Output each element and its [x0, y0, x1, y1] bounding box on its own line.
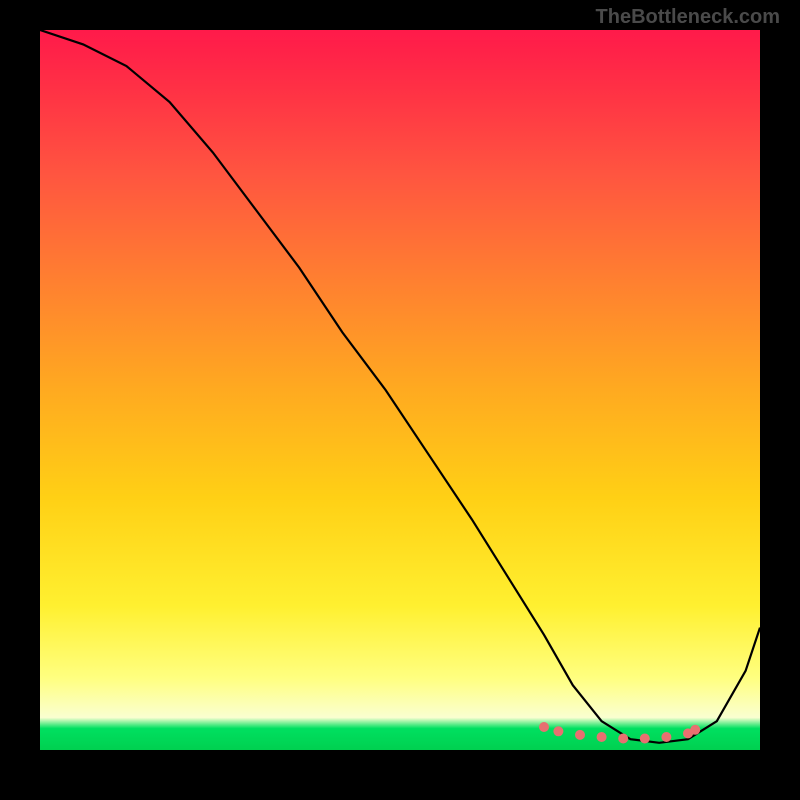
marker-dot: [640, 734, 650, 744]
plot-area: [40, 30, 760, 750]
marker-dot: [539, 722, 549, 732]
watermark-text: TheBottleneck.com: [596, 6, 780, 29]
marker-dot: [553, 726, 563, 736]
marker-dot: [661, 732, 671, 742]
marker-dot: [690, 725, 700, 735]
marker-dot: [618, 734, 628, 744]
marker-dot: [597, 732, 607, 742]
chart-svg: [40, 30, 760, 750]
bottleneck-curve: [40, 30, 760, 743]
marker-dot: [575, 730, 585, 740]
